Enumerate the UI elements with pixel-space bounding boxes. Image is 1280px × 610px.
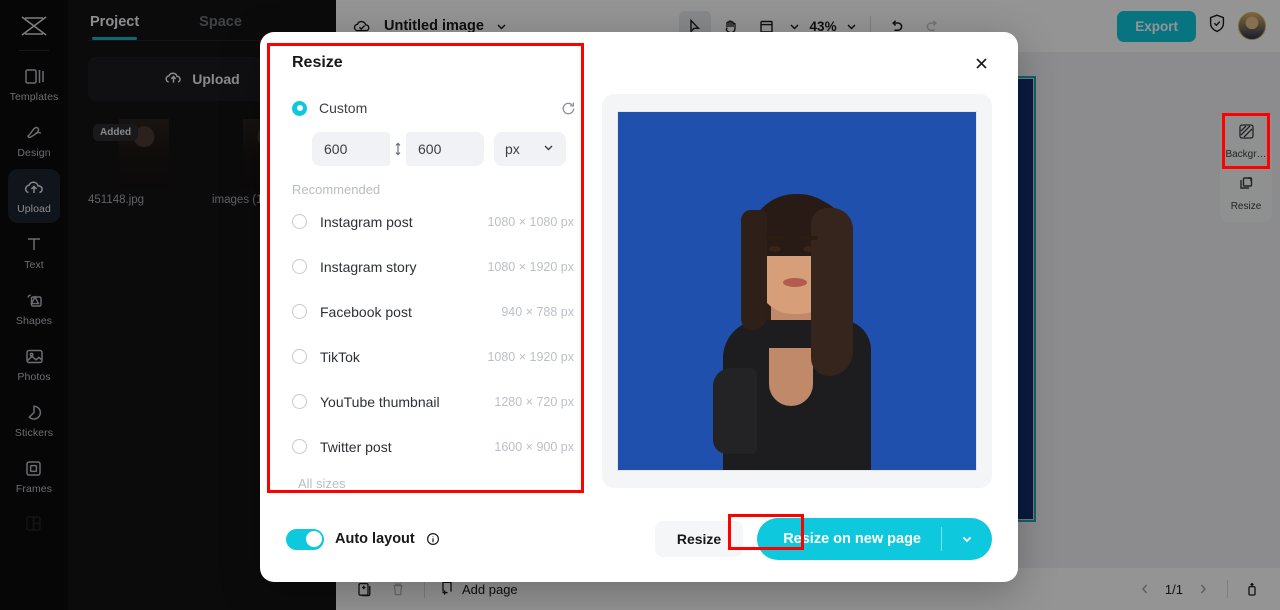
preset-name: Instagram post <box>320 213 413 230</box>
resize-dialog: Resize Custom 600 600 px Recommended Ins… <box>260 32 1018 582</box>
radio-preset[interactable] <box>292 304 307 319</box>
radio-preset[interactable] <box>292 439 307 454</box>
dialog-actions: Resize Resize on new page <box>654 518 992 560</box>
preset-dimensions: 1280 × 720 px <box>494 394 574 409</box>
preset-dimensions: 1080 × 1920 px <box>487 349 574 364</box>
custom-label: Custom <box>319 100 368 116</box>
preset-dimensions: 1080 × 1080 px <box>487 214 574 229</box>
custom-size-row: Custom <box>286 90 584 118</box>
preset-name: TikTok <box>320 348 360 365</box>
preset-name: Facebook post <box>320 303 412 320</box>
portrait-hair-side-right <box>811 208 853 376</box>
preset-dimensions: 1080 × 1920 px <box>487 259 574 274</box>
reset-icon[interactable] <box>558 98 578 118</box>
recommended-label: Recommended <box>292 182 381 197</box>
dimension-inputs: 600 600 px <box>286 132 584 166</box>
link-dimensions-icon[interactable] <box>390 139 406 159</box>
preset-name: Instagram story <box>320 258 417 275</box>
auto-layout-toggle[interactable] <box>286 528 324 550</box>
portrait-brow-left <box>766 236 784 240</box>
app-root: Templates Design Upload Text Shapes Phot… <box>0 0 1280 610</box>
unit-value: px <box>505 141 520 157</box>
unit-select[interactable]: px <box>494 132 566 166</box>
radio-custom[interactable] <box>292 100 307 116</box>
dialog-title: Resize <box>292 54 343 71</box>
preview-portrait <box>711 170 883 470</box>
preset-name: YouTube thumbnail <box>320 393 440 410</box>
preview-image <box>617 111 977 471</box>
chevron-down-icon <box>542 141 555 157</box>
dialog-footer: Auto layout Resize Resize on new page <box>260 496 1018 582</box>
portrait-lips <box>783 278 807 287</box>
portrait-eye-right <box>803 246 815 252</box>
preset-list: Instagram post 1080 × 1080 px Instagram … <box>286 199 584 496</box>
portrait-hair-side-left <box>741 210 767 330</box>
height-input[interactable]: 600 <box>406 132 484 166</box>
dialog-header: Resize <box>260 32 1018 90</box>
chevron-down-icon[interactable] <box>942 519 992 559</box>
resize-on-new-page-label: Resize on new page <box>783 531 921 547</box>
resize-button[interactable]: Resize <box>654 521 744 557</box>
preset-tiktok[interactable]: TikTok 1080 × 1920 px <box>292 334 584 379</box>
radio-preset[interactable] <box>292 214 307 229</box>
auto-layout-group: Auto layout <box>286 528 441 550</box>
radio-preset[interactable] <box>292 394 307 409</box>
info-icon[interactable] <box>426 532 441 547</box>
size-options-column: Custom 600 600 px Recommended Instagram … <box>286 90 584 496</box>
preset-dimensions: 1600 × 900 px <box>494 439 574 454</box>
width-input[interactable]: 600 <box>312 132 390 166</box>
portrait-brow-right <box>800 236 818 240</box>
portrait-eye-left <box>769 246 781 252</box>
preset-instagram-story[interactable]: Instagram story 1080 × 1920 px <box>292 244 584 289</box>
preset-twitter-post[interactable]: Twitter post 1600 × 900 px <box>292 424 584 469</box>
radio-preset[interactable] <box>292 349 307 364</box>
preset-youtube-thumbnail[interactable]: YouTube thumbnail 1280 × 720 px <box>292 379 584 424</box>
radio-preset[interactable] <box>292 259 307 274</box>
all-sizes-label[interactable]: All sizes <box>292 469 584 491</box>
close-icon[interactable] <box>966 48 996 78</box>
dialog-body: Custom 600 600 px Recommended Instagram … <box>260 90 1018 496</box>
preview-panel <box>602 94 992 488</box>
resize-on-new-page-button[interactable]: Resize on new page <box>757 518 992 560</box>
preset-instagram-post[interactable]: Instagram post 1080 × 1080 px <box>292 199 584 244</box>
preset-dimensions: 940 × 788 px <box>501 304 574 319</box>
preset-name: Twitter post <box>320 438 392 455</box>
preset-facebook-post[interactable]: Facebook post 940 × 788 px <box>292 289 584 334</box>
portrait-sleeve <box>713 368 757 454</box>
portrait-neckline <box>769 348 813 406</box>
auto-layout-label: Auto layout <box>335 531 415 547</box>
